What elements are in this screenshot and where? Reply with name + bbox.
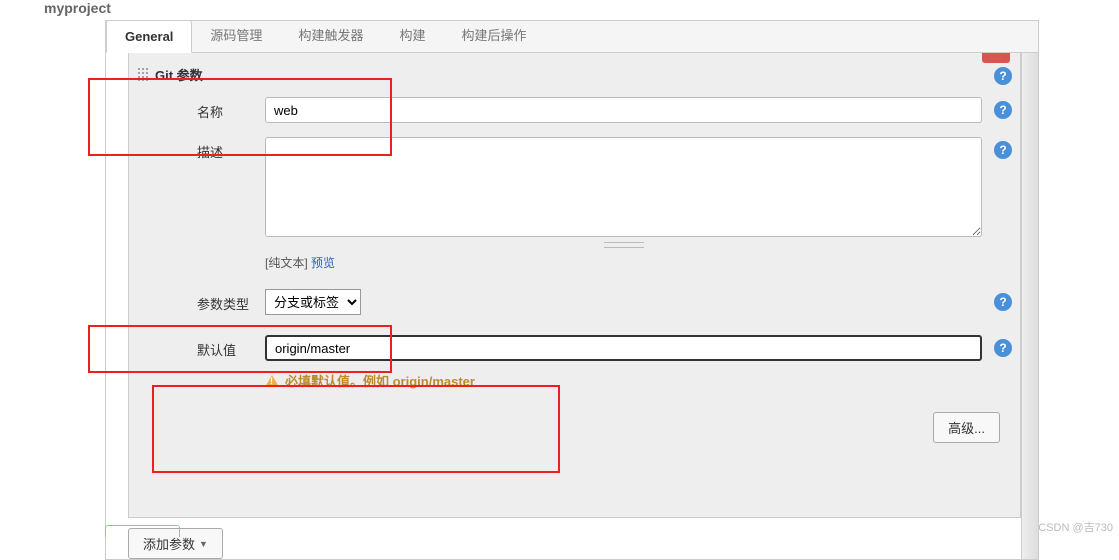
help-icon[interactable]: ? <box>994 141 1012 159</box>
name-input[interactable] <box>265 97 982 123</box>
tab-scm[interactable]: 源码管理 <box>192 16 280 52</box>
default-input[interactable] <box>265 335 982 361</box>
watermark: CSDN @吉730 <box>1038 519 1113 535</box>
row-param-type: 参数类型 分支或标签 ? <box>197 289 1012 315</box>
row-default: 默认值 必填默认值。例如 origin/master ? <box>197 335 1012 390</box>
preview-link[interactable]: 预览 <box>311 256 335 270</box>
tabs-bar: General 源码管理 构建触发器 构建 构建后操作 <box>106 21 1038 53</box>
label-name: 名称 <box>197 97 261 121</box>
label-desc: 描述 <box>197 137 261 161</box>
section-header: Git 参数 ? <box>137 59 1012 97</box>
desc-subtext: [纯文本] 预览 <box>265 254 982 271</box>
tab-postbuild[interactable]: 构建后操作 <box>443 16 544 52</box>
content-area: Git 参数 ? 名称 ? 描述 <box>106 53 1038 559</box>
scrollbar[interactable] <box>1021 53 1038 559</box>
caret-down-icon: ▼ <box>199 539 208 549</box>
help-icon[interactable]: ? <box>994 67 1012 85</box>
tab-general[interactable]: General <box>106 20 192 53</box>
advanced-button[interactable]: 高级... <box>933 412 1000 443</box>
delete-button[interactable] <box>982 53 1010 63</box>
label-default: 默认值 <box>197 335 261 359</box>
row-desc: 描述 [纯文本] 预览 ? <box>197 137 1012 271</box>
add-param-row: 添加参数 ▼ <box>128 528 1038 559</box>
git-param-panel: Git 参数 ? 名称 ? 描述 <box>128 53 1021 518</box>
section-title: Git 参数 <box>155 65 203 84</box>
help-icon[interactable]: ? <box>994 293 1012 311</box>
drag-handle-icon[interactable] <box>137 67 149 81</box>
decorative-tab-stub <box>105 525 180 537</box>
default-warning: 必填默认值。例如 origin/master <box>265 371 982 390</box>
config-panel: General 源码管理 构建触发器 构建 构建后操作 Git 参数 ? 名称 <box>105 20 1039 560</box>
help-icon[interactable]: ? <box>994 101 1012 119</box>
param-type-select[interactable]: 分支或标签 <box>265 289 361 315</box>
warning-text: 必填默认值。例如 origin/master <box>285 371 475 390</box>
resize-grip[interactable] <box>604 242 644 248</box>
advanced-row: 高级... <box>197 404 1012 443</box>
desc-textarea[interactable] <box>265 137 982 237</box>
plaintext-prefix: [纯文本] <box>265 256 311 270</box>
label-param-type: 参数类型 <box>197 289 261 313</box>
tab-triggers[interactable]: 构建触发器 <box>280 16 381 52</box>
row-name: 名称 ? <box>197 97 1012 123</box>
help-icon[interactable]: ? <box>994 339 1012 357</box>
project-title: myproject <box>0 0 1119 20</box>
tab-build[interactable]: 构建 <box>381 16 443 52</box>
warning-icon <box>265 375 279 387</box>
